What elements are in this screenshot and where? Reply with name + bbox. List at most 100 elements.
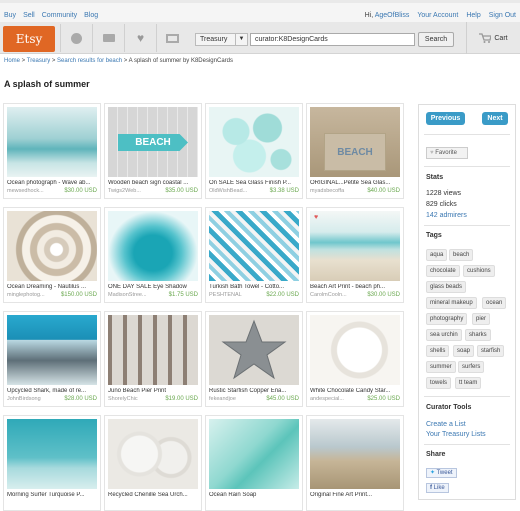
listing-title[interactable]: Upcycled Shark, made of re... bbox=[7, 388, 99, 394]
listing-image[interactable] bbox=[310, 419, 400, 489]
nav-sell[interactable]: Sell bbox=[23, 12, 35, 19]
tag-soap[interactable]: soap bbox=[453, 345, 475, 357]
listing-shop[interactable]: PESHTENAL bbox=[209, 292, 265, 298]
listing-image[interactable] bbox=[209, 315, 299, 385]
listing-card[interactable]: BEACH Wooden beach sign coastal ... Twig… bbox=[104, 103, 202, 199]
tag-beach[interactable]: beach bbox=[449, 249, 474, 261]
tag-photography[interactable]: photography bbox=[426, 313, 468, 325]
breadcrumb-search[interactable]: Search results for beach bbox=[57, 58, 122, 64]
listing-shop[interactable]: JohnBirdsong bbox=[7, 396, 63, 402]
listing-card[interactable]: Juno Beach Pier Print ShorelyChic $19.00… bbox=[104, 311, 202, 407]
tag-sea-urchin[interactable]: sea urchin bbox=[426, 329, 462, 341]
listing-shop[interactable]: MadisonStree... bbox=[108, 292, 164, 298]
listing-shop[interactable]: CarolmCooln... bbox=[310, 292, 366, 298]
shop-nav-button[interactable] bbox=[156, 24, 188, 52]
messages-nav-button[interactable] bbox=[92, 24, 124, 52]
tag-surfers[interactable]: surfers bbox=[458, 361, 485, 373]
listing-image[interactable] bbox=[209, 107, 299, 177]
admirers-link[interactable]: 142 admirers bbox=[426, 212, 467, 219]
etsy-logo[interactable]: Etsy bbox=[3, 26, 55, 52]
favorites-nav-button[interactable]: ♥ bbox=[124, 24, 156, 52]
tag-shells[interactable]: shells bbox=[426, 345, 450, 357]
circles-nav-button[interactable] bbox=[60, 24, 92, 52]
listing-shop[interactable]: andespecial... bbox=[310, 396, 366, 402]
listing-card[interactable]: Upcycled Shark, made of re... JohnBirdso… bbox=[3, 311, 101, 407]
like-button[interactable]: f Like bbox=[426, 483, 449, 493]
listing-card[interactable]: Original Fine Art Print... bbox=[306, 415, 404, 511]
listing-image[interactable] bbox=[7, 315, 97, 385]
listing-card[interactable]: Ocean Dreaming - Nautilus ... minglephot… bbox=[3, 207, 101, 303]
listing-card[interactable]: Rustic Starfish Copper Ena... fekeandjoe… bbox=[205, 311, 303, 407]
tag-sharks[interactable]: sharks bbox=[465, 329, 491, 341]
listing-card[interactable]: On SALE Sea Glass Finish P... OldWishBea… bbox=[205, 103, 303, 199]
listing-title[interactable]: Ocean Dreaming - Nautilus ... bbox=[7, 284, 99, 290]
breadcrumb-treasury[interactable]: Treasury bbox=[27, 58, 50, 64]
cart-button[interactable]: Cart bbox=[466, 22, 520, 54]
listing-card[interactable]: Ocean photograph - Wave ab... mewsedhock… bbox=[3, 103, 101, 199]
listing-title[interactable]: Rustic Starfish Copper Ena... bbox=[209, 388, 301, 394]
listing-card[interactable]: ONE DAY SALE Eye Shadow MadisonStree... … bbox=[104, 207, 202, 303]
listing-card[interactable]: BEACH ORIGINAL...Petite Sea Glas... myad… bbox=[306, 103, 404, 199]
listing-image[interactable] bbox=[7, 419, 97, 489]
tag-glass-beads[interactable]: glass beads bbox=[426, 281, 467, 293]
listing-image[interactable]: BEACH bbox=[108, 107, 198, 177]
listing-card[interactable]: White Chocolate Candy Star... andespecia… bbox=[306, 311, 404, 407]
tag-tt-team[interactable]: tt team bbox=[455, 377, 482, 389]
previous-button[interactable]: Previous bbox=[426, 112, 465, 125]
listing-shop[interactable]: OldWishBead... bbox=[209, 188, 265, 194]
listing-title[interactable]: ORIGINAL...Petite Sea Glas... bbox=[310, 180, 402, 186]
listing-card[interactable]: Morning Surfer Turquoise P... bbox=[3, 415, 101, 511]
listing-card[interactable]: Turkish Bath Towel - Cotto... PESHTENAL … bbox=[205, 207, 303, 303]
listing-image[interactable] bbox=[7, 211, 97, 281]
nav-buy[interactable]: Buy bbox=[4, 12, 16, 19]
treasury-lists-link[interactable]: Your Treasury Lists bbox=[426, 431, 486, 438]
listing-card[interactable]: Ocean Rain Soap bbox=[205, 415, 303, 511]
listing-image[interactable] bbox=[108, 419, 198, 489]
search-input[interactable]: curator:K8DesignCards bbox=[250, 33, 415, 46]
tweet-button[interactable]: ✦ Tweet bbox=[426, 468, 457, 478]
breadcrumb-home[interactable]: Home bbox=[4, 58, 20, 64]
listing-title[interactable]: Wooden beach sign coastal ... bbox=[108, 180, 200, 186]
listing-title[interactable]: Morning Surfer Turquoise P... bbox=[7, 492, 99, 498]
your-account-link[interactable]: Your Account bbox=[417, 12, 458, 19]
listing-shop[interactable]: minglephotog... bbox=[7, 292, 63, 298]
listing-shop[interactable]: myadsbecoffa bbox=[310, 188, 366, 194]
listing-title[interactable]: Beach Art Print - beach ph... bbox=[310, 284, 402, 290]
listing-shop[interactable]: ShorelyChic bbox=[108, 396, 164, 402]
listing-image[interactable] bbox=[7, 107, 97, 177]
tag-starfish[interactable]: starfish bbox=[477, 345, 505, 357]
listing-image[interactable]: BEACH bbox=[310, 107, 400, 177]
tag-pier[interactable]: pier bbox=[472, 313, 491, 325]
tag-mineral-makeup[interactable]: mineral makeup bbox=[426, 297, 477, 309]
tag-summer[interactable]: summer bbox=[426, 361, 456, 373]
listing-title[interactable]: White Chocolate Candy Star... bbox=[310, 388, 402, 394]
search-button[interactable]: Search bbox=[418, 32, 454, 47]
tag-chocolate[interactable]: chocolate bbox=[426, 265, 460, 277]
next-button[interactable]: Next bbox=[482, 112, 508, 125]
tag-ocean[interactable]: ocean bbox=[482, 297, 507, 309]
listing-title[interactable]: Juno Beach Pier Print bbox=[108, 388, 200, 394]
listing-title[interactable]: ONE DAY SALE Eye Shadow bbox=[108, 284, 200, 290]
listing-image[interactable] bbox=[108, 211, 198, 281]
listing-card[interactable]: Recycled Chenille Sea Urch... bbox=[104, 415, 202, 511]
listing-title[interactable]: Ocean photograph - Wave ab... bbox=[7, 180, 99, 186]
nav-community[interactable]: Community bbox=[42, 12, 77, 19]
listing-title[interactable]: Recycled Chenille Sea Urch... bbox=[108, 492, 200, 498]
listing-image[interactable] bbox=[108, 315, 198, 385]
listing-card[interactable]: ♥ Beach Art Print - beach ph... CarolmCo… bbox=[306, 207, 404, 303]
listing-title[interactable]: On SALE Sea Glass Finish P... bbox=[209, 180, 301, 186]
help-link[interactable]: Help bbox=[466, 12, 480, 19]
listing-shop[interactable]: mewsedhock... bbox=[7, 188, 63, 194]
listing-shop[interactable]: Twigs2Web... bbox=[108, 188, 164, 194]
listing-image[interactable] bbox=[209, 419, 299, 489]
tag-cushions[interactable]: cushions bbox=[463, 265, 495, 277]
listing-image[interactable] bbox=[209, 211, 299, 281]
listing-title[interactable]: Original Fine Art Print... bbox=[310, 492, 402, 498]
nav-blog[interactable]: Blog bbox=[84, 12, 98, 19]
tag-aqua[interactable]: aqua bbox=[426, 249, 448, 261]
search-scope-select[interactable]: Treasury ▼ bbox=[195, 33, 248, 46]
listing-image[interactable]: ♥ bbox=[310, 211, 400, 281]
sign-out-link[interactable]: Sign Out bbox=[489, 12, 516, 19]
user-link[interactable]: AgeOfBliss bbox=[375, 12, 410, 19]
listing-title[interactable]: Ocean Rain Soap bbox=[209, 492, 301, 498]
